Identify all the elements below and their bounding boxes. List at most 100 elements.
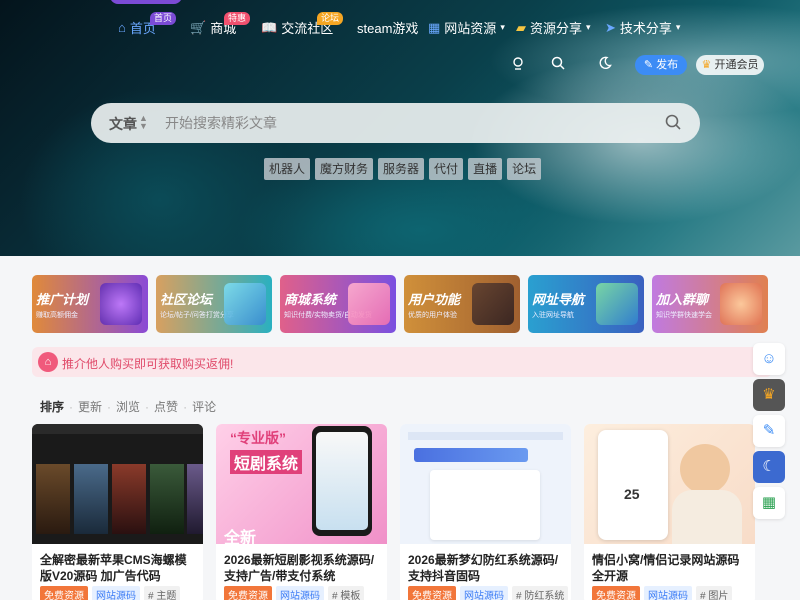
nav-steam[interactable]: steam游戏 <box>357 18 418 37</box>
post-card[interactable]: 2026最新梦幻防红系统源码/支持抖音固码 免费资源 网站源码 # 防红系统 <box>400 424 571 600</box>
sort-views[interactable]: 浏览 <box>116 398 140 415</box>
post-thumbnail[interactable] <box>400 424 571 544</box>
search-bar: 文章 ▲ ▼ <box>91 103 700 143</box>
post-tag-category[interactable]: 网站源码 <box>92 586 140 600</box>
sort-comments[interactable]: 评论 <box>192 398 216 415</box>
post-tag-topic[interactable]: # 主题 <box>144 586 181 600</box>
hot-tag[interactable]: 直播 <box>468 158 503 180</box>
vip-button[interactable]: ♛ 开通会员 <box>696 55 764 75</box>
category-title: 社区论坛 <box>160 292 213 307</box>
post-tag-free[interactable]: 免费资源 <box>408 586 456 600</box>
group-chat-icon <box>720 283 762 325</box>
crown-icon[interactable]: ♛ <box>753 379 785 411</box>
post-title[interactable]: 2026最新短剧影视系统源码/支持广告/带支付系统 <box>224 552 380 584</box>
sort-updated[interactable]: 更新 <box>78 398 102 415</box>
search-icon[interactable] <box>549 56 567 74</box>
nav-community[interactable]: 📖 交流社区 论坛 <box>261 12 344 37</box>
category-card-navigation[interactable]: 网址导航 入驻网址导航 <box>528 275 644 333</box>
post-tag-topic[interactable]: # 图片 <box>696 586 733 600</box>
nav-resource-share-label: 资源分享 <box>530 21 583 36</box>
forum-icon <box>224 283 266 325</box>
category-card-shop[interactable]: 商城系统 知识付费/实物卖货/自动发货 <box>280 275 396 333</box>
search-category-select[interactable]: 文章 <box>109 114 137 134</box>
shopping-cart-icon <box>348 283 390 325</box>
hot-tags: 机器人 魔方财务 服务器 代付 直播 论坛 <box>264 158 542 180</box>
nav-tech-share-label: 技术分享 <box>619 21 672 36</box>
hot-tag[interactable]: 服务器 <box>378 158 425 180</box>
post-tag-category[interactable]: 网站源码 <box>460 586 508 600</box>
thumbnail-text: “专业版” <box>230 430 286 446</box>
post-tag-free[interactable]: 免费资源 <box>224 586 272 600</box>
moon-icon[interactable]: ☾ <box>753 451 785 483</box>
search-submit-icon[interactable] <box>664 113 684 133</box>
sort-likes[interactable]: 点赞 <box>154 398 178 415</box>
post-tags: 免费资源 网站源码 # 模板 <box>224 586 365 600</box>
separator: · <box>183 399 188 414</box>
post-thumbnail[interactable]: “专业版” 短剧系统 全新 <box>216 424 387 544</box>
category-title: 网址导航 <box>532 292 585 307</box>
post-title[interactable]: 2026最新梦幻防红系统源码/支持抖音固码 <box>408 552 564 584</box>
nav-home[interactable]: ⌂ 首页 首页 <box>118 12 177 37</box>
post-tag-topic[interactable]: # 防红系统 <box>512 586 569 600</box>
publish-button[interactable]: ✎ 发布 <box>635 55 687 75</box>
notice-text: 推介他人购买即可获取购买返佣! <box>62 357 234 371</box>
thumbnail-text: 全新 <box>224 530 257 544</box>
post-tags: 免费资源 网站源码 # 图片 <box>592 586 733 600</box>
category-subtitle: 入驻网址导航 <box>532 312 574 319</box>
category-card-forum[interactable]: 社区论坛 论坛/帖子/问答打赏分享 <box>156 275 272 333</box>
hot-tag[interactable]: 论坛 <box>507 158 542 180</box>
post-tag-category[interactable]: 网站源码 <box>276 586 324 600</box>
sort-arrows-icon: ▲ ▼ <box>139 113 148 131</box>
post-tag-free[interactable]: 免费资源 <box>40 586 88 600</box>
chevron-down-icon: ▾ <box>500 22 505 32</box>
trophy-icon <box>100 283 142 325</box>
post-thumbnail[interactable] <box>32 424 203 544</box>
post-tag-free[interactable]: 免费资源 <box>592 586 640 600</box>
sort-label: 排序 <box>40 400 65 414</box>
qrcode-icon[interactable]: ▦ <box>753 487 785 519</box>
category-title: 推广计划 <box>36 292 89 307</box>
category-card-promotion[interactable]: 推广计划 赚取高额佣金 <box>32 275 148 333</box>
post-card[interactable]: “专业版” 短剧系统 全新 2026最新短剧影视系统源码/支持广告/带支付系统 … <box>216 424 387 600</box>
hot-tag[interactable]: 代付 <box>429 158 464 180</box>
moon-icon[interactable] <box>596 56 614 74</box>
category-title: 商城系统 <box>284 292 337 307</box>
category-cards: 推广计划 赚取高额佣金 社区论坛 论坛/帖子/问答打赏分享 商城系统 知识付费/… <box>32 275 768 333</box>
hero-banner: ⌂ 首页 首页 🛒 商城 特惠 📖 交流社区 论坛 steam游戏 ▦ 网站资源… <box>0 0 800 256</box>
hot-tag[interactable]: 魔方财务 <box>315 158 374 180</box>
home-icon: ⌂ <box>118 20 126 35</box>
nav-web-resources[interactable]: ▦ 网站资源 ▾ <box>428 18 505 37</box>
post-card[interactable]: 25 情侣小窝/情侣记录网站源码 全开源 免费资源 网站源码 # 图片 <box>584 424 755 600</box>
category-subtitle: 论坛/帖子/问答打赏分享 <box>160 312 234 319</box>
post-tags: 免费资源 网站源码 # 主题 <box>40 586 181 600</box>
post-tags: 免费资源 网站源码 # 防红系统 <box>408 586 569 600</box>
hot-tag[interactable]: 机器人 <box>264 158 311 180</box>
nav-home-badge: 首页 <box>150 12 177 25</box>
chevron-down-icon: ▾ <box>586 22 591 32</box>
vip-label: 开通会员 <box>714 59 759 71</box>
user-icon[interactable] <box>509 56 527 74</box>
category-card-group[interactable]: 加入群聊 知识学群快速学会 <box>652 275 768 333</box>
category-subtitle: 赚取高额佣金 <box>36 312 78 319</box>
send-icon: ➤ <box>605 19 616 35</box>
search-input[interactable] <box>165 112 645 134</box>
nav-shop[interactable]: 🛒 商城 特惠 <box>190 12 251 37</box>
folder-icon: ▰ <box>516 19 526 35</box>
post-tag-category[interactable]: 网站源码 <box>644 586 692 600</box>
thumbnail-text: 25 <box>624 486 640 502</box>
post-tag-topic[interactable]: # 模板 <box>328 586 365 600</box>
chat-icon[interactable]: ☺ <box>753 343 785 375</box>
category-title: 用户功能 <box>408 292 461 307</box>
category-card-user[interactable]: 用户功能 优质的用户体验 <box>404 275 520 333</box>
edit-icon[interactable]: ✎ <box>753 415 785 447</box>
nav-tech-share[interactable]: ➤ 技术分享 ▾ <box>605 18 680 37</box>
monitor-icon <box>596 283 638 325</box>
post-card[interactable]: 全解密最新苹果CMS海螺模版V20源码 加广告代码 免费资源 网站源码 # 主题 <box>32 424 203 600</box>
nav-steam-label: steam游戏 <box>357 21 419 36</box>
post-title[interactable]: 全解密最新苹果CMS海螺模版V20源码 加广告代码 <box>40 552 196 584</box>
post-thumbnail[interactable]: 25 <box>584 424 755 544</box>
post-title[interactable]: 情侣小窝/情侣记录网站源码 全开源 <box>592 552 748 584</box>
separator: · <box>69 399 74 414</box>
nav-resource-share[interactable]: ▰ 资源分享 ▾ <box>516 18 591 37</box>
nav-web-resources-label: 网站资源 <box>444 21 497 36</box>
